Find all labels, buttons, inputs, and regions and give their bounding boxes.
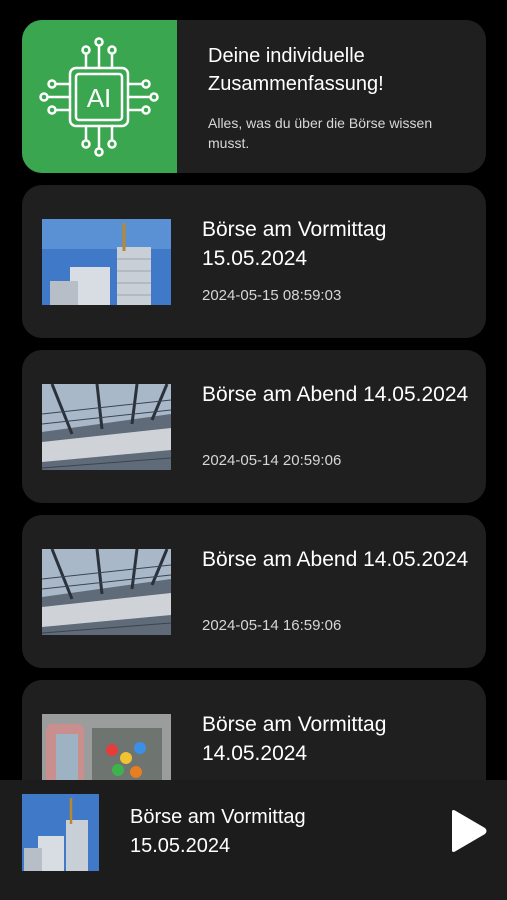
episode-title: Börse am Vormittag 15.05.2024	[202, 218, 387, 270]
rheinmetall-building-icon	[42, 384, 171, 470]
episode-feed: AI Deine individuelle Zusammenfassung! A…	[0, 0, 507, 780]
ai-summary-card[interactable]: AI Deine individuelle Zusammenfassung! A…	[22, 20, 486, 173]
episode-card[interactable]: Börse am Vormittag 14.05.2024	[22, 680, 486, 780]
play-icon[interactable]	[448, 809, 488, 853]
ai-card-title: Deine individuelle Zusammenfassung!	[208, 45, 384, 95]
player-title: Börse am Vormittag 15.05.2024	[130, 806, 306, 857]
episode-timestamp: 2024-05-14 16:59:06	[202, 617, 342, 634]
ai-card-subtitle: Alles, was du über die Börse wissen muss…	[208, 115, 433, 151]
rheinmetall-building-icon	[42, 549, 171, 635]
episode-title: Börse am Abend 14.05.2024	[202, 383, 469, 406]
episode-card[interactable]: Börse am Vormittag 15.05.2024 2024-05-15…	[22, 185, 486, 338]
episode-title: Börse am Abend 14.05.2024	[202, 548, 469, 571]
tower-icon	[42, 219, 171, 305]
ai-chip-icon: AI	[22, 20, 177, 173]
shopping-cart-icon	[42, 714, 171, 780]
episode-card[interactable]: Börse am Abend 14.05.2024 2024-05-14 20:…	[22, 350, 486, 503]
ai-chip-label: AI	[87, 83, 112, 113]
episode-timestamp: 2024-05-14 20:59:06	[202, 452, 342, 469]
tower-icon	[22, 794, 99, 871]
mini-player[interactable]: Börse am Vormittag 15.05.2024	[0, 780, 507, 900]
episode-card[interactable]: Börse am Abend 14.05.2024 2024-05-14 16:…	[22, 515, 486, 668]
episode-timestamp: 2024-05-15 08:59:03	[202, 287, 342, 304]
episode-title: Börse am Vormittag 14.05.2024	[202, 713, 387, 765]
